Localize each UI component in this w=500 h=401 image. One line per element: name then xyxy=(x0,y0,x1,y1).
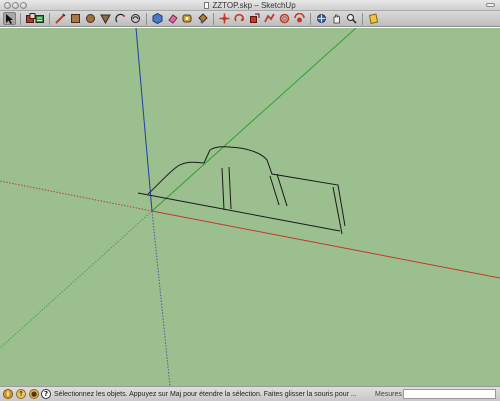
sketch-vertical-stroke-2[interactable] xyxy=(228,166,232,210)
circle-tool-button[interactable] xyxy=(84,12,97,25)
sketchup-window: ZZTOP.skp – SketchUp i ↑ ● ? Sélectionne… xyxy=(0,0,500,401)
make-component-icon xyxy=(26,13,44,23)
drawing-viewport[interactable] xyxy=(0,28,500,386)
sketch-roof-profile[interactable] xyxy=(147,146,346,227)
main-toolbar xyxy=(0,11,500,27)
toolbar-separator xyxy=(49,12,50,25)
toolbar-separator xyxy=(20,12,21,25)
scale-icon xyxy=(250,13,260,23)
title-bar: ZZTOP.skp – SketchUp xyxy=(0,0,500,11)
blue-axis xyxy=(135,28,153,212)
eraser-icon xyxy=(168,14,178,24)
measurements-input[interactable] xyxy=(403,389,496,399)
paint-tool-button[interactable] xyxy=(196,12,209,25)
sketch-diagonal-stroke-2[interactable] xyxy=(276,173,288,207)
document-icon[interactable] xyxy=(204,2,210,9)
viewport-canvas[interactable] xyxy=(0,28,500,386)
paint-icon xyxy=(198,13,208,24)
rotate-icon xyxy=(234,13,245,22)
arc-icon xyxy=(115,13,125,23)
zoom-camera-button[interactable] xyxy=(345,12,358,25)
green-axis xyxy=(151,28,357,212)
orbit-tool-button[interactable] xyxy=(293,12,306,25)
orbit-icon xyxy=(294,13,305,23)
toolbar-separator xyxy=(213,12,214,25)
pan-camera-button[interactable] xyxy=(330,12,343,25)
tape-measure-tool-button[interactable] xyxy=(181,12,194,25)
warehouse-button[interactable] xyxy=(367,12,380,25)
toolbar-separator xyxy=(362,12,363,25)
green-axis-negative xyxy=(0,210,153,349)
scale-tool-button[interactable] xyxy=(248,12,261,25)
toolbar-separator xyxy=(146,12,147,25)
select-tool-button[interactable] xyxy=(3,12,16,25)
select-arrow-icon xyxy=(6,13,13,24)
move-tool-button[interactable] xyxy=(218,12,231,25)
sketch-vertical-stroke-1[interactable] xyxy=(221,167,225,211)
red-axis-negative xyxy=(0,180,153,212)
toolbar-separator xyxy=(310,12,311,25)
sketch-right-stroke[interactable] xyxy=(332,186,343,235)
make-component-button[interactable] xyxy=(25,12,45,25)
sketch-drawing[interactable] xyxy=(137,146,346,235)
polygon-icon xyxy=(100,14,111,24)
orbit-camera-icon xyxy=(317,14,326,23)
line-tool-button[interactable] xyxy=(54,12,67,25)
credits-icon[interactable]: ↑ xyxy=(16,389,26,399)
red-axis xyxy=(151,210,500,279)
window-title: ZZTOP.skp – SketchUp xyxy=(212,1,296,10)
window-title-area: ZZTOP.skp – SketchUp xyxy=(0,0,500,11)
follow-me-icon xyxy=(264,13,275,23)
freehand-icon xyxy=(131,14,140,23)
push-pull-tool-button[interactable] xyxy=(151,12,164,25)
status-message: Sélectionnez les objets. Appuyez sur Maj… xyxy=(54,391,357,398)
eraser-tool-button[interactable] xyxy=(166,12,179,25)
orbit-camera-button[interactable] xyxy=(315,12,328,25)
status-bar: i ↑ ● ? Sélectionnez les objets. Appuyez… xyxy=(0,386,500,401)
warehouse-icon xyxy=(368,13,379,24)
move-icon xyxy=(219,13,230,24)
geo-location-icon[interactable]: i xyxy=(3,389,13,399)
blue-axis-negative xyxy=(151,210,171,386)
tape-measure-icon xyxy=(182,14,192,23)
offset-icon xyxy=(279,13,290,24)
rectangle-tool-button[interactable] xyxy=(69,12,82,25)
circle-icon xyxy=(86,14,95,23)
rotate-tool-button[interactable] xyxy=(233,12,246,25)
measurements-label: Mesures xyxy=(375,391,402,398)
offset-tool-button[interactable] xyxy=(278,12,291,25)
follow-me-tool-button[interactable] xyxy=(263,12,276,25)
sketch-base-line[interactable] xyxy=(137,192,341,232)
zoom-magnifier-icon xyxy=(346,13,357,24)
hand-pan-icon xyxy=(333,14,340,24)
help-icon[interactable]: ? xyxy=(41,389,51,399)
push-pull-icon xyxy=(152,13,163,24)
rectangle-icon xyxy=(71,14,80,23)
pencil-line-icon xyxy=(55,13,66,24)
arc-tool-button[interactable] xyxy=(114,12,127,25)
sketch-diagonal-stroke-1[interactable] xyxy=(269,175,280,206)
freehand-tool-button[interactable] xyxy=(129,12,142,25)
polygon-tool-button[interactable] xyxy=(99,12,112,25)
toolbar-toggle-button[interactable] xyxy=(486,3,495,7)
user-account-icon[interactable]: ● xyxy=(29,389,39,399)
